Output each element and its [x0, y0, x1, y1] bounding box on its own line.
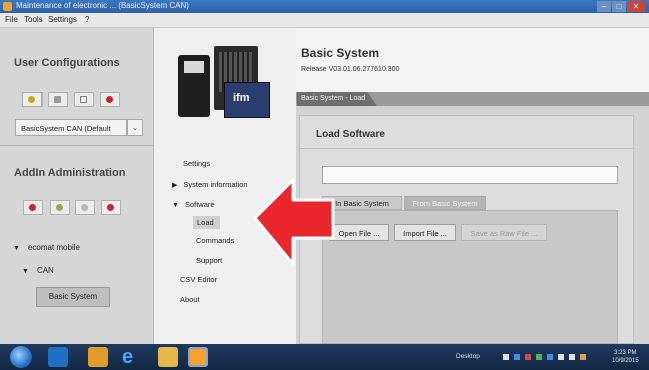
share-icon — [81, 204, 88, 211]
tree-expand-icon: ▼ — [22, 268, 29, 275]
nav-software[interactable]: ▼ Software — [172, 200, 215, 209]
open-file-button[interactable]: Open File ... — [329, 224, 389, 241]
nav-commands[interactable]: Commands — [196, 236, 234, 245]
nav-system-information-label: System information — [183, 180, 248, 189]
menu-settings[interactable]: Settings — [48, 15, 77, 24]
config-toolbar-btn-3[interactable] — [74, 92, 94, 107]
title-bar: Maintenance of electronic ... (BasicSyst… — [0, 0, 649, 13]
red-arrow-annotation — [253, 178, 335, 266]
tab-basic-system-load[interactable]: Basic System - Load — [297, 92, 377, 106]
copy-icon — [80, 96, 87, 103]
outlook-taskbar-icon[interactable] — [88, 347, 108, 367]
chevron-down-icon: ▼ — [172, 202, 179, 209]
network-icon[interactable] — [558, 354, 564, 360]
tree-item-basic-system[interactable]: Basic System — [36, 287, 110, 307]
internet-explorer-icon[interactable]: e — [122, 347, 142, 367]
tray-icon-4[interactable] — [536, 354, 542, 360]
addin-toolbar-btn-4[interactable] — [101, 200, 121, 215]
minimize-button[interactable]: – — [597, 1, 611, 12]
chevron-down-icon[interactable]: ⌄ — [127, 119, 143, 136]
addin-toolbar-btn-2[interactable] — [50, 200, 70, 215]
stop-icon — [29, 204, 36, 211]
file-path-input[interactable] — [322, 166, 618, 184]
addin-administration-title: AddIn Administration — [14, 167, 126, 179]
start-button[interactable] — [10, 346, 32, 368]
folder-icon — [28, 96, 35, 103]
addin-toolbar-btn-3[interactable] — [75, 200, 95, 215]
tray-icon-5[interactable] — [547, 354, 553, 360]
ifm-logo: ifm — [233, 92, 250, 104]
menu-bar: File Tools Settings ? — [0, 13, 649, 28]
config-toolbar-btn-1[interactable] — [22, 92, 42, 107]
import-file-button[interactable]: Import File ... — [394, 224, 456, 241]
remove-icon — [107, 204, 114, 211]
release-label: Release V03.01.06.277610.300 — [301, 66, 400, 73]
section-separator — [299, 148, 634, 149]
load-software-title: Load Software — [316, 129, 385, 140]
flag-icon[interactable] — [580, 354, 586, 360]
config-toolbar-btn-4[interactable] — [100, 92, 120, 107]
nav-load[interactable]: Load — [193, 216, 220, 229]
config-select[interactable]: BasicSystem CAN (Default — [15, 119, 127, 136]
nav-csv-editor[interactable]: CSV Editor — [180, 275, 217, 284]
tray-icon-2[interactable] — [514, 354, 520, 360]
user-configurations-title: User Configurations — [14, 57, 120, 69]
tree-expand-icon: ▼ — [13, 245, 20, 252]
desktop-label[interactable]: Desktop — [456, 353, 480, 360]
nav-system-information[interactable]: ▶ System information — [172, 180, 248, 189]
page-title: Basic System — [301, 46, 380, 60]
tray-icon-1[interactable] — [503, 354, 509, 360]
chevron-right-icon: ▶ — [172, 182, 178, 189]
nav-about[interactable]: About — [180, 295, 200, 304]
taskbar: e Desktop 3:23 PM 10/9/2015 — [0, 344, 649, 370]
save-icon — [54, 96, 61, 103]
volume-icon[interactable] — [569, 354, 575, 360]
save-raw-file-button[interactable]: Save as Raw File ... — [461, 224, 547, 241]
menu-tools[interactable]: Tools — [24, 15, 43, 24]
maximize-button[interactable]: □ — [612, 1, 626, 12]
app-icon — [3, 2, 12, 11]
controller-image — [178, 55, 210, 117]
tree-item-ecomat[interactable]: ▼ ecomat mobile — [13, 243, 80, 252]
nav-software-label: Software — [184, 200, 215, 209]
clock-time: 3:23 PM — [614, 350, 637, 356]
tab-from-basic-system[interactable]: From Basic System — [404, 196, 486, 210]
folder-taskbar-icon[interactable] — [158, 347, 178, 367]
add-icon — [56, 204, 63, 211]
close-button[interactable]: ✕ — [627, 1, 645, 12]
clock[interactable]: 3:23 PM 10/9/2015 — [612, 349, 639, 365]
explorer-taskbar-icon[interactable] — [48, 347, 68, 367]
delete-icon — [106, 96, 113, 103]
config-toolbar-btn-2[interactable] — [48, 92, 68, 107]
tree-item-can[interactable]: ▼ CAN — [22, 266, 54, 275]
menu-file[interactable]: File — [5, 15, 18, 24]
tree-item-ecomat-label: ecomat mobile — [27, 243, 80, 252]
nav-support[interactable]: Support — [196, 256, 222, 265]
tray-icon-3[interactable] — [525, 354, 531, 360]
left-divider — [0, 145, 153, 146]
window-title: Maintenance of electronic ... (BasicSyst… — [16, 1, 189, 10]
addin-toolbar-btn-1[interactable] — [23, 200, 43, 215]
menu-help[interactable]: ? — [85, 15, 89, 24]
tree-item-can-label: CAN — [36, 266, 54, 275]
app-taskbar-icon[interactable] — [188, 347, 208, 367]
display-image: ifm — [224, 82, 270, 118]
nav-settings[interactable]: Settings — [183, 159, 210, 168]
clock-date: 10/9/2015 — [612, 358, 639, 364]
